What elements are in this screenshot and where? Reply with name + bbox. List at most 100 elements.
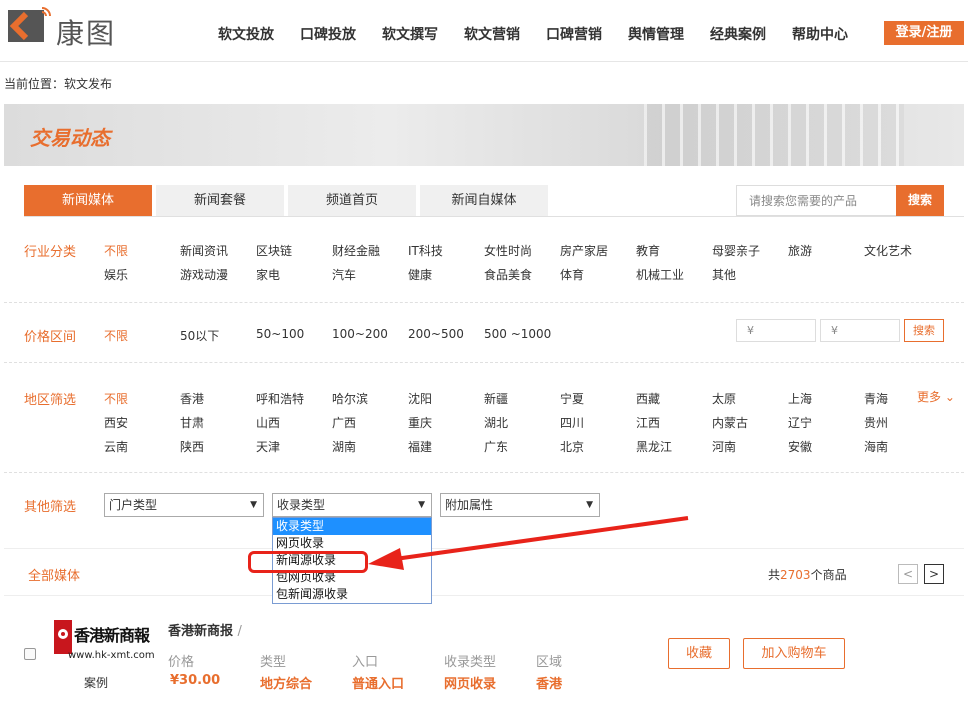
industry-option[interactable]: 食品美食 bbox=[484, 266, 532, 283]
region-option[interactable]: 河南 bbox=[712, 438, 736, 455]
portal-type-select[interactable]: 门户类型 ▼ bbox=[104, 493, 264, 517]
search-button[interactable]: 搜索 bbox=[896, 185, 944, 216]
search-input[interactable]: 请搜索您需要的产品 bbox=[736, 185, 896, 216]
industry-option[interactable]: 新闻资讯 bbox=[180, 242, 228, 259]
price-min-input[interactable]: ¥ bbox=[736, 319, 816, 342]
attr-key: 区域 bbox=[536, 655, 563, 670]
nav-item[interactable]: 经典案例 bbox=[710, 24, 766, 44]
nav-item[interactable]: 软文投放 bbox=[218, 24, 274, 44]
region-option[interactable]: 沈阳 bbox=[408, 390, 432, 407]
favorite-button[interactable]: 收藏 bbox=[668, 638, 730, 669]
industry-option[interactable]: 女性时尚 bbox=[484, 242, 532, 259]
industry-option[interactable]: 教育 bbox=[636, 242, 660, 259]
price-label: 价格区间 bbox=[24, 330, 77, 345]
industry-option[interactable]: 其他 bbox=[712, 266, 736, 283]
price-search-button[interactable]: 搜索 bbox=[904, 319, 944, 342]
region-option[interactable]: 山西 bbox=[256, 414, 280, 431]
region-option[interactable]: 贵州 bbox=[864, 414, 888, 431]
industry-option[interactable]: 文化艺术 bbox=[864, 242, 912, 259]
price-option[interactable]: 不限 bbox=[104, 327, 128, 344]
attr-value-region: 香港 bbox=[536, 677, 563, 692]
industry-option[interactable]: 机械工业 bbox=[636, 266, 684, 283]
region-option[interactable]: 呼和浩特 bbox=[256, 390, 304, 407]
price-option[interactable]: 200~500 bbox=[408, 327, 464, 341]
region-option[interactable]: 甘肃 bbox=[180, 414, 204, 431]
region-option[interactable]: 上海 bbox=[788, 390, 812, 407]
region-option[interactable]: 内蒙古 bbox=[712, 414, 748, 431]
nav-item[interactable]: 软文营销 bbox=[464, 24, 520, 44]
industry-option[interactable]: 旅游 bbox=[788, 242, 812, 259]
region-option[interactable]: 四川 bbox=[560, 414, 584, 431]
portal-type-value: 门户类型 bbox=[109, 498, 158, 512]
main-nav: 软文投放 口碑投放 软文撰写 软文营销 口碑营销 舆情管理 经典案例 帮助中心 bbox=[218, 24, 874, 44]
media-name[interactable]: 香港新商报 / bbox=[168, 620, 242, 639]
case-link[interactable]: 案例 bbox=[84, 674, 108, 691]
region-option[interactable]: 不限 bbox=[104, 390, 128, 407]
region-option[interactable]: 香港 bbox=[180, 390, 204, 407]
region-option[interactable]: 宁夏 bbox=[560, 390, 584, 407]
tab-news-package[interactable]: 新闻套餐 bbox=[156, 185, 284, 216]
tab-news-self-media[interactable]: 新闻自媒体 bbox=[420, 185, 548, 216]
region-option[interactable]: 西藏 bbox=[636, 390, 660, 407]
highlight-box bbox=[248, 551, 368, 573]
industry-option[interactable]: 母婴亲子 bbox=[712, 242, 760, 259]
industry-option[interactable]: 财经金融 bbox=[332, 242, 380, 259]
region-option[interactable]: 陕西 bbox=[180, 438, 204, 455]
nav-item[interactable]: 帮助中心 bbox=[792, 24, 848, 44]
region-option[interactable]: 湖北 bbox=[484, 414, 508, 431]
region-option[interactable]: 北京 bbox=[560, 438, 584, 455]
region-more-toggle[interactable]: 更多 ⌄ bbox=[917, 388, 955, 405]
result-count: 共2703个商品 bbox=[768, 566, 847, 583]
region-option[interactable]: 新疆 bbox=[484, 390, 508, 407]
region-option[interactable]: 江西 bbox=[636, 414, 660, 431]
nav-item[interactable]: 舆情管理 bbox=[628, 24, 684, 44]
price-option[interactable]: 100~200 bbox=[332, 327, 388, 341]
region-option[interactable]: 辽宁 bbox=[788, 414, 812, 431]
login-button[interactable]: 登录/注册 bbox=[884, 21, 964, 45]
industry-option[interactable]: IT科技 bbox=[408, 242, 443, 259]
region-option[interactable]: 天津 bbox=[256, 438, 280, 455]
industry-option[interactable]: 家电 bbox=[256, 266, 280, 283]
price-option[interactable]: 50~100 bbox=[256, 327, 304, 341]
tab-news-media[interactable]: 新闻媒体 bbox=[24, 185, 152, 216]
nav-item[interactable]: 软文撰写 bbox=[382, 24, 438, 44]
divider bbox=[4, 302, 964, 303]
brand-logo[interactable]: 康图 bbox=[4, 6, 134, 50]
region-option[interactable]: 重庆 bbox=[408, 414, 432, 431]
region-option[interactable]: 福建 bbox=[408, 438, 432, 455]
next-page-button[interactable]: > bbox=[924, 564, 944, 584]
region-option[interactable]: 广东 bbox=[484, 438, 508, 455]
industry-option[interactable]: 房产家居 bbox=[560, 242, 608, 259]
region-option[interactable]: 青海 bbox=[864, 390, 888, 407]
price-option[interactable]: 500 ~1000 bbox=[484, 327, 551, 341]
price-option[interactable]: 50以下 bbox=[180, 327, 219, 344]
nav-item[interactable]: 口碑营销 bbox=[546, 24, 602, 44]
region-option[interactable]: 太原 bbox=[712, 390, 736, 407]
dropdown-option[interactable]: 包新闻源收录 bbox=[273, 586, 431, 603]
region-option[interactable]: 安徽 bbox=[788, 438, 812, 455]
nav-item[interactable]: 口碑投放 bbox=[300, 24, 356, 44]
add-to-cart-button[interactable]: 加入购物车 bbox=[743, 638, 845, 669]
industry-option[interactable]: 不限 bbox=[104, 242, 128, 259]
region-option[interactable]: 西安 bbox=[104, 414, 128, 431]
region-option[interactable]: 云南 bbox=[104, 438, 128, 455]
all-media-label[interactable]: 全部媒体 bbox=[28, 565, 80, 584]
region-option[interactable]: 广西 bbox=[332, 414, 356, 431]
tab-channel-home[interactable]: 频道首页 bbox=[288, 185, 416, 216]
chevron-down-icon: ▼ bbox=[250, 500, 257, 510]
region-option[interactable]: 海南 bbox=[864, 438, 888, 455]
region-option[interactable]: 黑龙江 bbox=[636, 438, 672, 455]
industry-option[interactable]: 游戏动漫 bbox=[180, 266, 228, 283]
region-option[interactable]: 哈尔滨 bbox=[332, 390, 368, 407]
industry-option[interactable]: 娱乐 bbox=[104, 266, 128, 283]
count-prefix: 共 bbox=[768, 568, 781, 582]
filter-panel: 新闻媒体 新闻套餐 频道首页 新闻自媒体 请搜索您需要的产品 搜索 行业分类 不… bbox=[4, 166, 964, 548]
prev-page-button[interactable]: < bbox=[898, 564, 918, 584]
select-checkbox[interactable] bbox=[24, 648, 36, 660]
price-max-input[interactable]: ¥ bbox=[820, 319, 900, 342]
industry-option[interactable]: 区块链 bbox=[256, 242, 292, 259]
region-option[interactable]: 湖南 bbox=[332, 438, 356, 455]
industry-option[interactable]: 汽车 bbox=[332, 266, 356, 283]
industry-option[interactable]: 体育 bbox=[560, 266, 584, 283]
industry-option[interactable]: 健康 bbox=[408, 266, 432, 283]
